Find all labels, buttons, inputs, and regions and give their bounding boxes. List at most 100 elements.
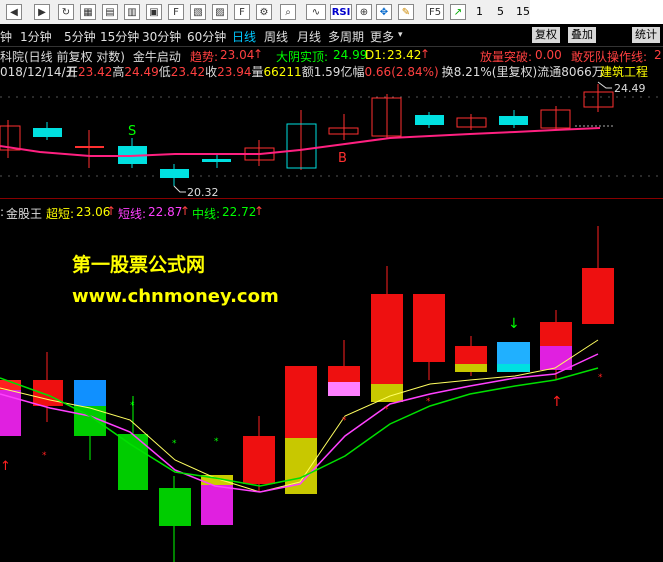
f8-icon[interactable]: ▧ (190, 4, 206, 20)
star-icon: * (130, 401, 135, 411)
back-icon[interactable]: ◀ (6, 4, 22, 20)
indicator-candle (328, 340, 360, 396)
stock-name: 科院(日线 前复权 对数) (0, 50, 125, 64)
magnify-icon[interactable]: ⌕ (280, 4, 296, 20)
buy-arrow-icon: ↑ (551, 394, 563, 410)
high-price-label: 24.49 (614, 82, 646, 95)
turn-label: 换 (441, 65, 454, 79)
star-icon: * (42, 451, 47, 461)
overlay-button[interactable]: 叠加 (568, 27, 596, 43)
candle (33, 122, 62, 140)
move-icon[interactable]: ✥ (376, 4, 392, 20)
open-label: 开 (66, 65, 79, 79)
vol-value: 66211 (263, 65, 302, 79)
zoom-icon[interactable]: ⊕ (356, 4, 372, 20)
candle (286, 110, 317, 170)
restore-button[interactable]: 复权 (532, 27, 560, 43)
toolbar-blank (530, 0, 663, 24)
f5-button[interactable]: F5 (426, 4, 444, 20)
period-60min[interactable]: 60分钟 (187, 28, 226, 45)
float-label: 流通 (537, 65, 562, 79)
f6-icon[interactable]: ▤ (102, 4, 118, 20)
forward-icon[interactable]: ▶ (34, 4, 50, 20)
period-5min[interactable]: 5分钟 (64, 28, 96, 45)
buy-arrow-icon: ↑ (0, 459, 11, 474)
period-30min[interactable]: 30分钟 (142, 28, 181, 45)
indicator-candle (455, 336, 487, 376)
period-more[interactable]: 更多 (370, 28, 394, 45)
star-icon: * (426, 397, 431, 407)
high-value: 24.49 (124, 65, 159, 79)
trend-icon[interactable]: ↗ (450, 4, 466, 20)
candle (328, 114, 359, 140)
candle (160, 164, 189, 186)
mid-up-arrow-icon: ↑ (254, 204, 265, 218)
period-min[interactable]: 钟 (0, 28, 12, 45)
pencil-icon[interactable]: ✎ (398, 4, 414, 20)
star-icon: * (598, 373, 603, 383)
period-week[interactable]: 周线 (264, 28, 288, 45)
toolbar: ◀ ▶ ↻ ▦ ▤ ▥ ▣ F ▧ ▨ F ⚙ ⌕ ∿ RSI ⊕ ✥ ✎ F5… (0, 0, 663, 25)
super-up-arrow-icon: ↑ (106, 204, 117, 218)
amt-label: 额 (301, 65, 314, 79)
indicator-candle (413, 294, 445, 380)
f7-icon[interactable]: ▣ (146, 4, 162, 20)
period-1[interactable]: 1 (476, 5, 483, 18)
indicator-candle (285, 366, 317, 494)
candle (499, 110, 528, 128)
stats-button[interactable]: 统计 (632, 27, 660, 43)
period-bar: 钟 1分钟 5分钟 15分钟 30分钟 60分钟 日线 周线 月线 多周期 更多… (0, 24, 663, 47)
chevron-down-icon[interactable]: ▾ (398, 30, 403, 40)
low-label: 低 (158, 65, 171, 79)
indicator-candle (582, 226, 614, 324)
period-multi[interactable]: 多周期 (328, 28, 364, 45)
period-15[interactable]: 15 (516, 5, 530, 18)
dayang-value: 24.99 (333, 48, 368, 62)
low-value: 23.42 (170, 65, 206, 79)
tools-icon[interactable]: ⚙ (256, 4, 272, 20)
upper-kline-panel[interactable]: S B 24.49 20.32 (0, 78, 663, 198)
rsi-button[interactable]: RSI (330, 4, 352, 20)
buy-marker: B (338, 151, 347, 166)
candle (118, 138, 147, 168)
refresh-icon[interactable]: ↻ (58, 4, 74, 20)
indicator-candle (497, 342, 530, 372)
wave-icon[interactable]: ∿ (306, 4, 326, 20)
low-pointer (173, 185, 186, 193)
period-1min[interactable]: 1分钟 (20, 28, 52, 45)
star-icon: * (384, 405, 389, 415)
grid-icon[interactable]: ▦ (80, 4, 96, 20)
f10b-icon[interactable]: F (234, 4, 250, 20)
sell-arrow-icon: ↓ (508, 316, 520, 332)
star-icon: * (342, 416, 347, 426)
d1-value: 23.42 (387, 48, 422, 62)
period-15min[interactable]: 15分钟 (100, 28, 139, 45)
dare-value: 2 (654, 48, 662, 62)
f9-icon[interactable]: ▨ (212, 4, 228, 20)
sell-marker: S (128, 124, 136, 139)
close-label: 收 (205, 65, 218, 79)
turn-value: 8.21%(里复权) (453, 65, 538, 79)
low-price-label: 20.32 (187, 186, 219, 198)
short-value: 22.87 (148, 205, 183, 219)
indicator-candle (33, 352, 63, 422)
candle (415, 112, 444, 128)
amt-value: 1.59亿 (313, 65, 353, 79)
candle (202, 154, 231, 168)
chg-label: 幅 (352, 65, 365, 79)
f10-icon[interactable]: F (168, 4, 184, 20)
close-value: 23.94 (217, 65, 252, 79)
candle (456, 114, 487, 130)
indicator-candle (159, 476, 191, 562)
ma-line (0, 127, 601, 157)
watermark-url: www.chnmoney.com (72, 286, 279, 307)
candle (0, 120, 21, 158)
kline-icon[interactable]: ▥ (124, 4, 140, 20)
star-icon: * (172, 439, 177, 449)
float-value: 8066万 (561, 65, 604, 79)
trend-up-arrow-icon: ↑ (253, 47, 264, 61)
period-5[interactable]: 5 (497, 5, 504, 18)
period-month[interactable]: 月线 (297, 28, 321, 45)
period-day[interactable]: 日线 (232, 28, 256, 45)
candle (75, 130, 104, 168)
